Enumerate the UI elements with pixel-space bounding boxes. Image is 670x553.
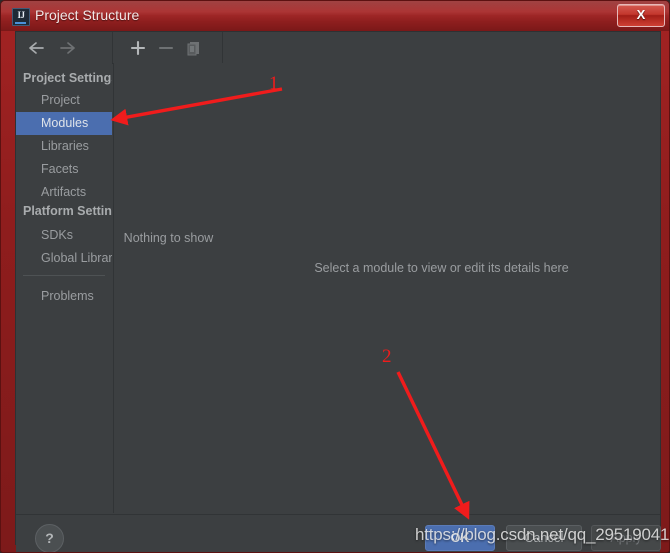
title-bar[interactable]: IJ Project Structure X — [1, 1, 669, 31]
detail-placeholder-message: Select a module to view or edit its deta… — [314, 261, 569, 275]
sidebar-item-modules[interactable]: Modules — [16, 112, 112, 135]
watermark-url: https://blog.csdn.net/qq_29519041 — [415, 525, 670, 544]
empty-list-message: Nothing to show — [123, 231, 214, 245]
close-button[interactable]: X — [617, 4, 665, 27]
sidebar-item-label: Project — [41, 93, 80, 107]
sidebar-item-label: Libraries — [41, 139, 89, 153]
sidebar-item-sdks[interactable]: SDKs — [16, 224, 112, 247]
sidebar-item-problems[interactable]: Problems — [16, 285, 112, 308]
forward-icon[interactable] — [58, 38, 78, 58]
sidebar-item-artifacts[interactable]: Artifacts — [16, 181, 112, 204]
sidebar-item-libraries[interactable]: Libraries — [16, 135, 112, 158]
sidebar-item-project[interactable]: Project — [16, 89, 112, 112]
add-icon[interactable] — [128, 38, 148, 58]
dialog-body: Project Settings Project Modules Librari… — [15, 31, 661, 552]
app-icon-underline — [15, 22, 26, 24]
window-title: Project Structure — [35, 7, 140, 23]
close-icon: X — [636, 7, 646, 22]
module-detail-panel: Select a module to view or edit its deta… — [223, 63, 660, 513]
project-structure-window: IJ Project Structure X Project Settings … — [0, 0, 670, 553]
toolbar-divider-1 — [112, 32, 113, 63]
sidebar-item-label: Facets — [41, 162, 79, 176]
sidebar-item-label: Artifacts — [41, 185, 87, 199]
module-list-panel[interactable]: Nothing to show — [113, 63, 224, 513]
sidebar-item-label: Global Libraries — [41, 251, 112, 265]
sidebar-item-label: Problems — [41, 289, 94, 303]
sidebar-item-label: SDKs — [41, 228, 73, 242]
remove-icon[interactable] — [156, 38, 176, 58]
toolbar — [16, 32, 660, 64]
tree-group-project-settings: Project Settings — [23, 71, 112, 85]
toolbar-divider-2 — [222, 32, 223, 63]
settings-tree-sidebar[interactable]: Project Settings Project Modules Librari… — [16, 63, 112, 513]
tree-separator — [23, 275, 105, 276]
sidebar-item-label: Modules — [41, 116, 89, 130]
intellij-idea-icon: IJ — [12, 8, 30, 26]
back-icon[interactable] — [26, 38, 46, 58]
tree-group-platform-settings: Platform Settings — [23, 204, 112, 218]
sidebar-item-facets[interactable]: Facets — [16, 158, 112, 181]
copy-icon[interactable] — [184, 38, 204, 58]
sidebar-item-global-libraries[interactable]: Global Libraries — [16, 247, 112, 270]
help-button[interactable]: ? — [35, 524, 64, 552]
